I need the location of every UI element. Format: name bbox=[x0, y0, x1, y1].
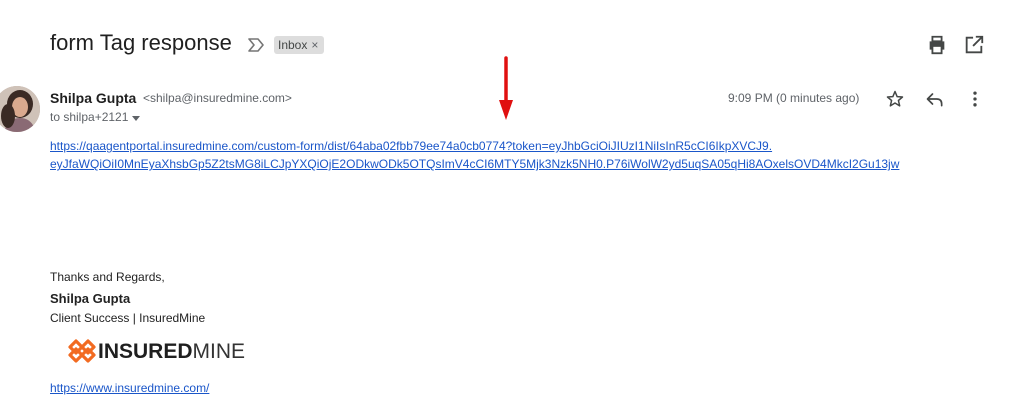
signature-role: Client Success | InsuredMine bbox=[50, 311, 206, 325]
signature-name: Shilpa Gupta bbox=[50, 291, 131, 306]
print-icon[interactable] bbox=[926, 34, 948, 56]
sender-name: Shilpa Gupta bbox=[50, 90, 137, 106]
form-link-line-2[interactable]: eyJfaWQiOiI0MnEyaXhsbGp5Z2tsMG8iLCJpYXQi… bbox=[50, 157, 899, 171]
website-link[interactable]: https://www.insuredmine.com/ bbox=[50, 381, 209, 395]
email-timestamp: 9:09 PM (0 minutes ago) bbox=[728, 91, 860, 105]
insuredmine-logo-icon bbox=[68, 339, 96, 363]
inbox-label-chip: Inbox × bbox=[274, 36, 325, 54]
email-subject: form Tag response bbox=[50, 30, 232, 55]
open-in-new-window-icon[interactable] bbox=[963, 34, 985, 56]
red-arrow-icon bbox=[499, 56, 513, 120]
insuredmine-logo-text: INSUREDMINE bbox=[98, 340, 245, 364]
importance-marker-icon[interactable] bbox=[246, 37, 266, 53]
caret-down-icon[interactable] bbox=[132, 116, 140, 121]
reply-icon[interactable] bbox=[925, 89, 945, 109]
avatar-photo bbox=[0, 86, 40, 132]
star-icon[interactable] bbox=[885, 89, 905, 109]
recipient-line: to shilpa+2121 bbox=[50, 110, 129, 124]
form-link-line-1[interactable]: https://qaagentportal.insuredmine.com/cu… bbox=[50, 139, 772, 153]
inbox-label-text: Inbox bbox=[278, 38, 308, 52]
signature-greeting: Thanks and Regards, bbox=[50, 270, 165, 284]
logo-text-bold: INSURED bbox=[98, 340, 193, 363]
logo-text-light: MINE bbox=[192, 340, 246, 363]
more-vertical-icon[interactable] bbox=[965, 89, 985, 109]
sender-avatar[interactable] bbox=[0, 86, 40, 132]
remove-label-icon[interactable]: × bbox=[311, 38, 318, 52]
sender-email: <shilpa@insuredmine.com> bbox=[143, 91, 292, 105]
